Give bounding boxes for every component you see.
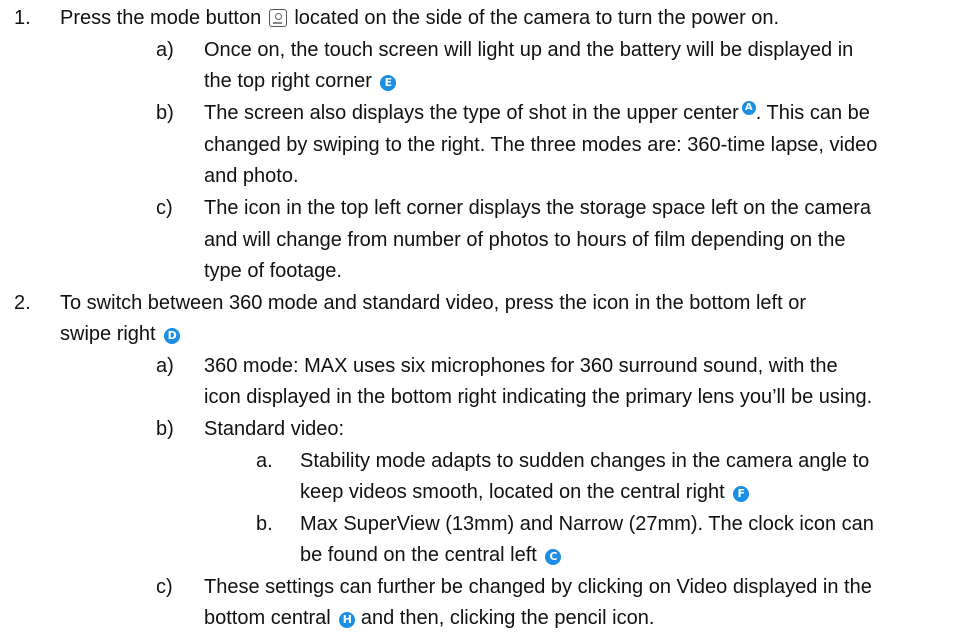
sub-marker-1b: b) — [156, 102, 174, 124]
item-2ba-text: keep videos smooth, located on the centr… — [300, 481, 725, 503]
item-1c-line-3: type of footage. — [204, 260, 342, 282]
item-2c-text-b: and then, clicking the pencil icon. — [360, 607, 655, 629]
sub-sub-marker-2ba: a. — [256, 450, 273, 472]
callout-badge-f-icon: F — [733, 486, 750, 502]
item-1-line-1: Press the mode button located on the sid… — [60, 5, 779, 31]
item-2bb-line-1: Max SuperView (13mm) and Narrow (27mm). … — [300, 513, 874, 535]
list-number-2: 2. — [14, 292, 31, 314]
item-1a-line-2: the top right corner E — [204, 68, 397, 94]
item-1b-text-b: . This can be — [755, 102, 870, 124]
sub-marker-2c: c) — [156, 576, 173, 598]
item-1b-line-2: changed by swiping to the right. The thr… — [204, 134, 878, 156]
list-number-1: 1. — [14, 7, 31, 29]
item-1b-line-3: and photo. — [204, 165, 299, 187]
item-1c-line-2: and will change from number of photos to… — [204, 229, 846, 251]
callout-badge-h-icon: H — [339, 612, 356, 628]
item-1a-text: the top right corner — [204, 70, 372, 92]
sub-marker-1c: c) — [156, 197, 173, 219]
item-1b-text-a: The screen also displays the type of sho… — [204, 102, 739, 124]
item-2bb-line-2: be found on the central left C — [300, 542, 562, 568]
callout-badge-d-icon: D — [164, 328, 181, 344]
item-1b-line-1: The screen also displays the type of sho… — [204, 100, 870, 126]
item-1a-line-1: Once on, the touch screen will light up … — [204, 39, 854, 61]
callout-badge-e-icon: E — [380, 75, 397, 91]
sub-sub-marker-2bb: b. — [256, 513, 273, 535]
sub-marker-2a: a) — [156, 355, 174, 377]
callout-badge-a-icon: A — [741, 101, 756, 115]
item-1c-line-1: The icon in the top left corner displays… — [204, 197, 872, 219]
item-2c-text-a: bottom central — [204, 607, 331, 629]
item-1-text-b: located on the side of the camera to tur… — [294, 7, 780, 29]
item-2-line-1: To switch between 360 mode and standard … — [60, 292, 806, 314]
item-2-line-2: swipe right D — [60, 321, 181, 347]
sub-marker-1a: a) — [156, 39, 174, 61]
item-2c-line-2: bottom central H and then, clicking the … — [204, 605, 654, 631]
item-2bb-text: be found on the central left — [300, 544, 537, 566]
item-2b-line-1: Standard video: — [204, 418, 345, 440]
item-2c-line-1: These settings can further be changed by… — [204, 576, 872, 598]
mode-button-icon — [268, 9, 287, 27]
item-2a-line-1: 360 mode: MAX uses six microphones for 3… — [204, 355, 838, 377]
item-2ba-line-2: keep videos smooth, located on the centr… — [300, 479, 750, 505]
item-2ba-line-1: Stability mode adapts to sudden changes … — [300, 450, 870, 472]
item-1-text-a: Press the mode button — [60, 7, 262, 29]
item-2-text: swipe right — [60, 323, 156, 345]
callout-badge-c-icon: C — [545, 549, 562, 565]
sub-marker-2b: b) — [156, 418, 174, 440]
item-2a-line-2: icon displayed in the bottom right indic… — [204, 386, 873, 408]
